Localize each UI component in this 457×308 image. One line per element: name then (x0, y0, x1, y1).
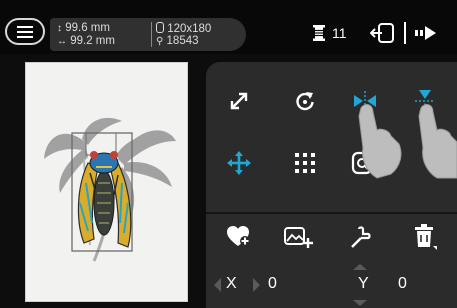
x-value: 0 (268, 275, 277, 292)
horizontal-arrows-icon: ↔ (57, 36, 67, 47)
needle-indicator[interactable]: 11 (312, 20, 347, 46)
stitch-count: ⚲ 18543 (156, 35, 199, 47)
position-readout: X 0 Y 0 (206, 262, 457, 308)
hand-gesture-illustration (358, 104, 457, 179)
move-button[interactable] (222, 146, 256, 180)
frame-return-icon (370, 23, 394, 43)
x-label: X (226, 275, 237, 292)
delete-icon (415, 224, 437, 250)
panel-divider (206, 212, 457, 214)
embroidery-preview (44, 117, 176, 262)
resize-icon (230, 92, 248, 110)
pick-button[interactable] (344, 220, 378, 254)
frame-return-button[interactable] (370, 20, 396, 46)
stitch-icon: ⚲ (156, 36, 164, 47)
y-value: 0 (398, 275, 407, 292)
y-label: Y (358, 275, 369, 292)
layout-grid-button[interactable] (288, 146, 322, 180)
top-bar: ↕ 99.6 mm ↔ 99.2 mm 120x180 ⚲ 18543 11 (0, 0, 457, 54)
y-decrease-icon[interactable] (353, 300, 367, 306)
add-favorite-icon (227, 226, 250, 246)
pick-icon (351, 226, 371, 248)
next-icon (415, 26, 436, 40)
add-image-icon (284, 227, 313, 248)
y-increase-icon[interactable] (353, 264, 367, 270)
horizontal-size: ↔ 99.2 mm (57, 35, 115, 47)
next-button[interactable] (414, 20, 440, 46)
rotate-button[interactable] (288, 84, 322, 118)
hoop-size: 120x180 (156, 22, 211, 36)
resize-button[interactable] (222, 84, 256, 118)
move-icon (227, 151, 251, 175)
vertical-arrows-icon: ↕ (57, 23, 62, 34)
divider (404, 22, 406, 44)
design-canvas[interactable] (25, 62, 188, 302)
x-increase-icon[interactable] (253, 278, 260, 292)
vertical-size: ↕ 99.6 mm (57, 22, 110, 34)
design-info: ↕ 99.6 mm ↔ 99.2 mm 120x180 ⚲ 18543 (50, 18, 246, 51)
hoop-icon (156, 22, 164, 33)
menu-button[interactable] (5, 18, 45, 45)
add-favorite-button[interactable] (222, 220, 256, 254)
add-image-button[interactable] (282, 220, 316, 254)
menu-icon (17, 25, 33, 28)
delete-button[interactable] (408, 220, 442, 254)
spool-icon (313, 25, 325, 41)
grid-dots-icon (295, 153, 315, 173)
rotate-icon (296, 92, 314, 111)
x-decrease-icon[interactable] (214, 278, 221, 292)
